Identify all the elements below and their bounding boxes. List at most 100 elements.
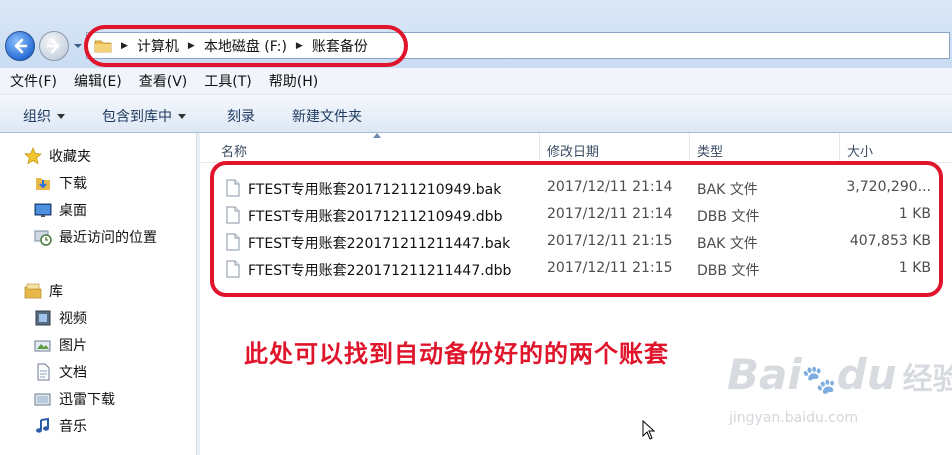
column-divider[interactable] xyxy=(539,133,540,163)
chevron-down-icon xyxy=(57,113,65,119)
file-row[interactable]: FTEST专用账套20171211210949.bak 2017/12/11 2… xyxy=(201,174,952,201)
nav-item-documents[interactable]: 文档 xyxy=(34,362,87,382)
nav-item-downloads[interactable]: 下载 xyxy=(34,173,87,193)
nav-item-label: 最近访问的位置 xyxy=(59,230,157,246)
breadcrumb-separator-icon[interactable]: ▶ xyxy=(121,41,128,51)
column-header-name[interactable]: 名称 xyxy=(221,141,247,160)
file-name: FTEST专用账套220171211211447.dbb xyxy=(248,263,512,279)
breadcrumb-separator-icon[interactable]: ▶ xyxy=(188,41,195,51)
column-header-size[interactable]: 大小 xyxy=(847,141,873,160)
breadcrumb-local-disk[interactable]: 本地磁盘 (F:) xyxy=(204,36,287,56)
breadcrumb-backup-folder[interactable]: 账套备份 xyxy=(312,36,368,56)
nav-item-music[interactable]: 音乐 xyxy=(34,416,87,436)
menu-bar: 文件(F) 编辑(E) 查看(V) 工具(T) 帮助(H) xyxy=(0,68,952,95)
file-row[interactable]: FTEST专用账套220171211211447.bak 2017/12/11 … xyxy=(201,228,952,255)
forward-arrow-icon xyxy=(46,38,60,54)
organize-button[interactable]: 组织 xyxy=(23,106,65,126)
watermark-logo-text-2: du xyxy=(836,350,897,399)
baidu-jingyan-watermark: Bai🐾du 经验 jingyan.baidu.com xyxy=(727,350,952,440)
recent-places-icon xyxy=(34,228,52,246)
back-arrow-icon xyxy=(14,38,28,54)
watermark-logo-text: Bai xyxy=(727,350,802,399)
nav-libraries[interactable]: 库 xyxy=(24,281,63,301)
nav-item-desktop[interactable]: 桌面 xyxy=(34,200,87,220)
nav-item-thunder-downloads[interactable]: 迅雷下载 xyxy=(34,389,115,409)
column-divider[interactable] xyxy=(839,133,840,163)
file-name: FTEST专用账套220171211211447.bak xyxy=(248,236,511,252)
menu-edit[interactable]: 编辑(E) xyxy=(74,71,122,91)
address-box[interactable]: ▶ 计算机 ▶ 本地磁盘 (F:) ▶ 账套备份 xyxy=(86,32,950,59)
video-icon xyxy=(34,309,52,327)
nav-item-label: 视频 xyxy=(59,311,87,327)
chevron-down-icon xyxy=(178,113,186,119)
include-in-library-label: 包含到库中 xyxy=(102,109,172,125)
menu-file[interactable]: 文件(F) xyxy=(10,71,57,91)
menu-help[interactable]: 帮助(H) xyxy=(269,71,318,91)
nav-item-videos[interactable]: 视频 xyxy=(34,308,87,328)
nav-item-label: 桌面 xyxy=(59,203,87,219)
burn-button[interactable]: 刻录 xyxy=(227,106,255,126)
file-type: BAK 文件 xyxy=(697,236,758,252)
file-type: DBB 文件 xyxy=(697,263,760,279)
column-header-date[interactable]: 修改日期 xyxy=(547,141,599,160)
back-button[interactable] xyxy=(5,31,35,61)
nav-libraries-label: 库 xyxy=(49,284,63,300)
include-in-library-button[interactable]: 包含到库中 xyxy=(102,106,186,126)
organize-label: 组织 xyxy=(23,109,51,125)
nav-item-recent-places[interactable]: 最近访问的位置 xyxy=(34,227,157,247)
desktop-icon xyxy=(34,201,52,219)
column-header-type[interactable]: 类型 xyxy=(697,141,723,160)
file-date: 2017/12/11 21:14 xyxy=(547,206,673,222)
file-size: 1 KB xyxy=(898,260,931,276)
download-library-icon xyxy=(34,390,52,408)
menu-tools[interactable]: 工具(T) xyxy=(204,71,251,91)
navigation-pane: 收藏夹 下载 桌面 最近访问的位置 库 视频 图片 文档 迅雷下载 音乐 xyxy=(0,133,196,455)
file-date: 2017/12/11 21:15 xyxy=(547,260,673,276)
new-folder-label: 新建文件夹 xyxy=(292,109,362,125)
new-folder-button[interactable]: 新建文件夹 xyxy=(292,106,362,126)
file-size: 1 KB xyxy=(898,206,931,222)
library-icon xyxy=(24,282,42,300)
column-divider[interactable] xyxy=(689,133,690,163)
file-icon xyxy=(226,206,240,224)
burn-label: 刻录 xyxy=(227,109,255,125)
breadcrumb-separator-icon[interactable]: ▶ xyxy=(296,41,303,51)
forward-button[interactable] xyxy=(39,31,69,61)
breadcrumb-computer[interactable]: 计算机 xyxy=(137,36,179,56)
download-folder-icon xyxy=(34,174,52,192)
folder-icon xyxy=(94,40,112,52)
file-icon xyxy=(226,233,240,251)
file-row[interactable]: FTEST专用账套20171211210949.dbb 2017/12/11 2… xyxy=(201,201,952,228)
nav-item-label: 图片 xyxy=(59,338,87,354)
file-icon xyxy=(226,179,240,197)
nav-favorites[interactable]: 收藏夹 xyxy=(24,146,91,166)
file-name: FTEST专用账套20171211210949.dbb xyxy=(248,209,503,225)
file-type: DBB 文件 xyxy=(697,209,760,225)
menu-view[interactable]: 查看(V) xyxy=(139,71,188,91)
nav-item-label: 音乐 xyxy=(59,419,87,435)
paw-icon: 🐾 xyxy=(801,363,837,396)
address-bar-row: ▶ 计算机 ▶ 本地磁盘 (F:) ▶ 账套备份 xyxy=(0,0,952,68)
file-name: FTEST专用账套20171211210949.bak xyxy=(248,182,502,198)
file-icon xyxy=(226,260,240,278)
picture-icon xyxy=(34,336,52,354)
nav-item-label: 文档 xyxy=(59,365,87,381)
star-icon xyxy=(24,147,42,165)
watermark-logo: Bai🐾du 经验 xyxy=(727,350,952,399)
nav-item-pictures[interactable]: 图片 xyxy=(34,335,87,355)
file-size: 3,720,290... xyxy=(846,179,931,195)
sort-ascending-icon xyxy=(373,133,381,138)
file-size: 407,853 KB xyxy=(849,233,931,249)
nav-item-label: 迅雷下载 xyxy=(59,392,115,408)
column-headers: 名称 修改日期 类型 大小 xyxy=(201,133,952,163)
document-icon xyxy=(34,363,52,381)
file-row[interactable]: FTEST专用账套220171211211447.dbb 2017/12/11 … xyxy=(201,255,952,282)
music-note-icon xyxy=(34,417,52,435)
file-date: 2017/12/11 21:14 xyxy=(547,179,673,195)
nav-pane-scrollbar[interactable] xyxy=(196,133,200,455)
recent-pages-dropdown-icon[interactable] xyxy=(73,42,83,50)
annotation-text: 此处可以找到自动备份好的的两个账套 xyxy=(244,340,669,368)
file-date: 2017/12/11 21:15 xyxy=(547,233,673,249)
nav-favorites-label: 收藏夹 xyxy=(49,149,91,165)
command-toolbar: 组织 包含到库中 刻录 新建文件夹 xyxy=(0,95,952,133)
